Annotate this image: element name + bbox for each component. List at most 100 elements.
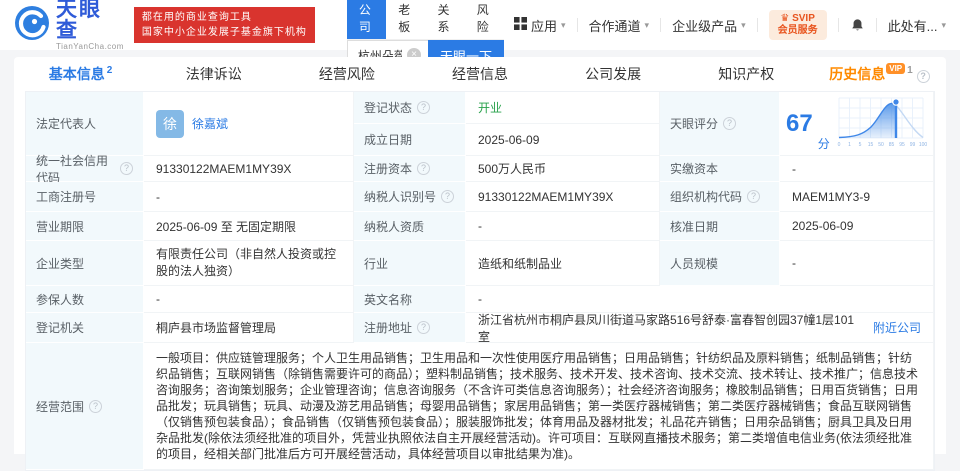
search-tab-risk[interactable]: 查风险 — [465, 0, 504, 39]
taxpayer-quality-label: 纳税人资质 — [354, 212, 466, 241]
reg-address-label: 注册地址? — [354, 313, 466, 343]
field-label: 工商注册号 — [36, 188, 96, 205]
field-label: 核准日期 — [670, 218, 718, 235]
field-label: 实缴资本 — [670, 160, 718, 177]
promo-banner: 都在用的商业查询工具 国家中小企业发展子基金旗下机构 — [134, 7, 315, 43]
field-value: - — [478, 292, 482, 306]
tab-basic-info[interactable]: 基本信息2 — [14, 64, 147, 84]
help-icon[interactable]: ? — [417, 162, 430, 175]
search-tab-boss[interactable]: 查老板 — [386, 0, 425, 39]
field-value: 500万人民币 — [478, 160, 546, 177]
company-type-label: 企业类型 — [26, 241, 144, 286]
reg-number-value: - — [144, 182, 354, 212]
field-value: 91330122MAEM1MY39X — [156, 162, 291, 176]
field-label: 人员规模 — [670, 255, 718, 272]
field-label: 纳税人资质 — [364, 218, 424, 235]
reg-authority-value: 桐庐县市场监督管理局 — [144, 313, 354, 343]
score-label: 天眼评分 ? — [660, 92, 780, 156]
establish-date-value: 2025-06-09 — [466, 124, 660, 156]
svip-member-badge[interactable]: ♛ SVIP 会员服务 — [769, 10, 827, 40]
help-icon[interactable]: ? — [89, 400, 102, 413]
tab-label: 公司发展 — [585, 66, 641, 82]
nearby-companies-link[interactable]: 附近公司 — [873, 319, 921, 336]
reg-authority-label: 登记机关 — [26, 313, 144, 343]
field-label: 营业期限 — [36, 218, 84, 235]
nav-enterprise[interactable]: 企业级产品 ▾ — [672, 16, 746, 35]
divider — [838, 18, 839, 32]
section-tabs: 基本信息2 法律诉讼 经营风险 经营信息 公司发展 知识产权 历史信息VIP1 … — [14, 57, 946, 91]
brand-domain: TianYanCha.com — [56, 43, 124, 51]
field-label: 注册资本 — [364, 160, 412, 177]
reg-status-label: 登记状态 ? — [354, 92, 466, 124]
field-label: 登记机关 — [36, 319, 84, 336]
chevron-down-icon: ▾ — [645, 20, 650, 31]
field-value: 浙江省杭州市桐庐县凤川街道马家路516号舒泰·富春智创园37幢1层101室 — [478, 311, 865, 345]
company-detail-card: 基本信息2 法律诉讼 经营风险 经营信息 公司发展 知识产权 历史信息VIP1 … — [14, 57, 946, 454]
establish-date-label: 成立日期 — [354, 124, 466, 156]
divider — [757, 18, 758, 32]
top-nav: 应用 ▾ 合作通道 ▾ 企业级产品 ▾ ♛ SVIP 会员服务 此处有... ▾ — [514, 10, 946, 40]
tab-label: 经营风险 — [319, 66, 375, 82]
nav-apps-label: 应用 — [531, 16, 557, 35]
nav-enterprise-label: 企业级产品 — [672, 16, 737, 35]
tab-count-badge: 1 — [907, 65, 913, 76]
field-label: 参保人数 — [36, 291, 84, 308]
approval-date-value: 2025-06-09 — [780, 212, 934, 241]
field-value: MAEM1MY3-9 — [792, 190, 870, 204]
legal-rep-link[interactable]: 徐嘉斌 — [192, 115, 228, 132]
score-distribution-chart: 0 1 5 15 50 85 95 99 100 — [835, 96, 927, 151]
business-scope-value: 一般项目：供应链管理服务；个人卫生用品销售；卫生用品和一次性使用医疗用品销售；日… — [144, 343, 934, 470]
credit-code-value: 91330122MAEM1MY39X — [144, 156, 354, 182]
tab-company-development[interactable]: 公司发展 — [547, 64, 680, 84]
tab-intellectual-property[interactable]: 知识产权 — [680, 64, 813, 84]
search-tab-relation[interactable]: 查关系 — [425, 0, 464, 39]
help-icon[interactable]: ? — [723, 117, 736, 130]
tab-label: 历史信息 — [829, 66, 885, 82]
field-label: 法定代表人 — [36, 115, 96, 132]
svg-text:99: 99 — [909, 142, 915, 148]
apps-grid-icon — [514, 17, 527, 33]
field-label: 天眼评分 — [670, 115, 718, 132]
field-label: 企业类型 — [36, 255, 84, 272]
industry-value: 造纸和纸制品业 — [466, 241, 660, 286]
nav-more[interactable]: 此处有... ▾ — [888, 16, 946, 35]
tab-label: 法律诉讼 — [186, 66, 242, 82]
field-label: 纳税人识别号 — [364, 188, 436, 205]
reg-capital-value: 500万人民币 — [466, 156, 660, 182]
notification-bell-icon[interactable] — [850, 18, 865, 33]
tab-history-info[interactable]: 历史信息VIP1 ? — [813, 64, 946, 84]
help-icon[interactable]: ? — [917, 70, 930, 83]
staff-size-label: 人员规模 — [660, 241, 780, 286]
nav-channel-label: 合作通道 — [589, 16, 641, 35]
help-icon[interactable]: ? — [441, 190, 454, 203]
nav-apps[interactable]: 应用 ▾ — [514, 16, 566, 35]
business-term-value: 2025-06-09 至 无固定期限 — [144, 212, 354, 241]
score-value: 67 分 — [780, 92, 934, 156]
nav-channel[interactable]: 合作通道 ▾ — [589, 16, 650, 35]
svg-text:95: 95 — [899, 142, 905, 148]
chevron-down-icon: ▾ — [941, 20, 946, 31]
field-value: 桐庐县市场监督管理局 — [156, 319, 276, 336]
insured-value: - — [144, 286, 354, 313]
field-value: - — [156, 190, 160, 204]
svg-text:0: 0 — [837, 142, 840, 148]
help-icon[interactable]: ? — [417, 101, 430, 114]
svg-text:1: 1 — [848, 142, 851, 148]
search-tab-company[interactable]: 查公司 — [347, 0, 386, 39]
field-label: 登记状态 — [364, 99, 412, 116]
approval-date-label: 核准日期 — [660, 212, 780, 241]
tab-operating-risk[interactable]: 经营风险 — [280, 64, 413, 84]
tianyancha-logo[interactable]: 天眼查 TianYanCha.com — [14, 0, 124, 51]
taxpayer-quality-value: - — [466, 212, 660, 241]
credit-code-label: 统一社会信用代码? — [26, 156, 144, 182]
english-name-value: - — [466, 286, 934, 313]
tab-legal-litigation[interactable]: 法律诉讼 — [147, 64, 280, 84]
help-icon[interactable]: ? — [417, 321, 430, 334]
help-icon[interactable]: ? — [747, 190, 760, 203]
score-number: 67 — [786, 112, 813, 136]
help-icon[interactable]: ? — [120, 162, 133, 175]
business-term-label: 营业期限 — [26, 212, 144, 241]
field-value: 2025-06-09 — [478, 133, 539, 147]
nav-more-label: 此处有... — [888, 16, 938, 35]
tab-business-info[interactable]: 经营信息 — [413, 64, 546, 84]
